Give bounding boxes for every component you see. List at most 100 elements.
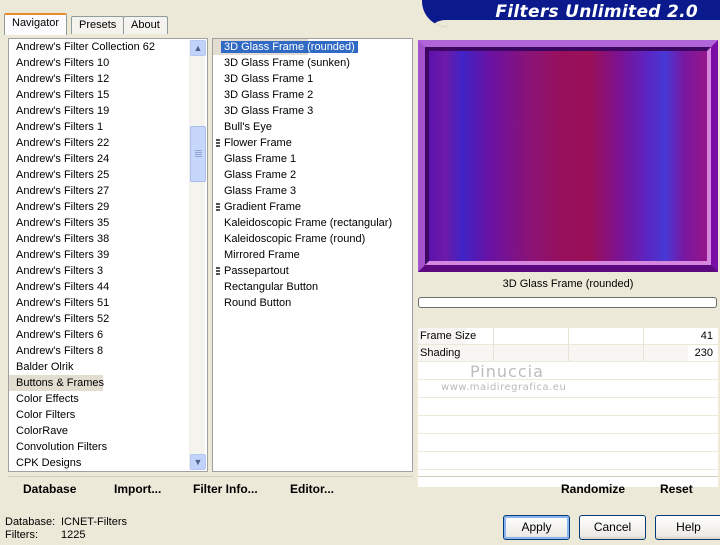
filter-label: 3D Glass Frame 3 [224, 105, 314, 117]
import-button[interactable]: Import... [114, 482, 161, 496]
filter-item[interactable]: Kaleidoscopic Frame (rectangular) [213, 215, 412, 231]
filter-item[interactable]: Mirrored Frame [213, 247, 412, 263]
filter-label: 3D Glass Frame (rounded) [221, 41, 358, 53]
filter-item[interactable]: Rectangular Button [213, 279, 412, 295]
category-item[interactable]: Andrew's Filters 1 [9, 119, 207, 135]
filter-item[interactable]: Flower Frame [213, 135, 412, 151]
slider-tick [643, 345, 644, 361]
database-label: Database: [5, 516, 56, 528]
filter-label: Glass Frame 2 [224, 169, 297, 181]
category-item[interactable]: Andrew's Filters 10 [9, 55, 207, 71]
filters-count: 1225 [61, 529, 86, 541]
filter-item[interactable]: Round Button [213, 295, 412, 311]
category-item[interactable]: Andrew's Filters 51 [9, 295, 207, 311]
category-items: Andrew's Filter Collection 62 Andrew's Fi… [9, 39, 207, 471]
filter-item[interactable]: 3D Glass Frame 3 [213, 103, 412, 119]
filter-label: 3D Glass Frame 1 [224, 73, 314, 85]
empty-param-row [418, 416, 718, 434]
parameter-panel: Frame Size 41 Shading 230 [418, 328, 718, 488]
filter-item[interactable]: 3D Glass Frame (rounded) [213, 39, 358, 55]
subfolder-marker-icon [216, 139, 220, 148]
filter-item[interactable]: Kaleidoscopic Frame (round) [213, 231, 412, 247]
filter-label: Flower Frame [224, 137, 292, 149]
preview-inner [425, 47, 711, 265]
category-item[interactable]: Andrew's Filters 24 [9, 151, 207, 167]
empty-param-row [418, 434, 718, 452]
category-item[interactable]: Andrew's Filters 12 [9, 71, 207, 87]
filter-item[interactable]: 3D Glass Frame 1 [213, 71, 412, 87]
subfolder-marker-icon [216, 203, 220, 212]
category-item[interactable]: Andrew's Filters 39 [9, 247, 207, 263]
category-item[interactable]: Color Filters [9, 407, 207, 423]
category-item[interactable]: Andrew's Filters 38 [9, 231, 207, 247]
scroll-up-button[interactable]: ▲ [190, 40, 206, 56]
param-value: 230 [694, 347, 713, 359]
slider-tick [643, 328, 644, 344]
chevron-up-icon: ▲ [193, 43, 203, 53]
tab-presets[interactable]: Presets [71, 16, 125, 34]
category-item[interactable]: Convolution Filters [9, 439, 207, 455]
category-item[interactable]: Andrew's Filters 29 [9, 199, 207, 215]
cancel-button[interactable]: Cancel [579, 515, 646, 540]
category-item[interactable]: Andrew's Filters 3 [9, 263, 207, 279]
category-item[interactable]: Andrew's Filters 6 [9, 327, 207, 343]
filter-label: Round Button [224, 297, 292, 309]
filter-item[interactable]: Glass Frame 2 [213, 167, 412, 183]
category-item[interactable]: CPK Designs [9, 455, 207, 471]
help-button[interactable]: Help [655, 515, 720, 540]
tab-navigator[interactable]: Navigator [4, 13, 68, 35]
filter-item[interactable]: Bull's Eye [213, 119, 412, 135]
scroll-down-button[interactable]: ▼ [190, 454, 206, 470]
param-name: Shading [420, 347, 461, 359]
filter-list[interactable]: 3D Glass Frame (rounded) 3D Glass Frame (… [212, 38, 413, 472]
randomize-button[interactable]: Randomize [561, 482, 625, 496]
apply-button[interactable]: Apply [503, 515, 570, 540]
filter-item[interactable]: Glass Frame 1 [213, 151, 412, 167]
filter-item[interactable]: Glass Frame 3 [213, 183, 412, 199]
subfolder-marker-icon [216, 267, 220, 276]
param-row[interactable]: Shading 230 [418, 345, 718, 362]
category-item[interactable]: Andrew's Filters 35 [9, 215, 207, 231]
category-item[interactable]: Andrew's Filters 25 [9, 167, 207, 183]
category-item[interactable]: Andrew's Filters 27 [9, 183, 207, 199]
filter-info-button[interactable]: Filter Info... [193, 482, 258, 496]
category-item[interactable]: Andrew's Filters 8 [9, 343, 207, 359]
filter-item[interactable]: 3D Glass Frame 2 [213, 87, 412, 103]
category-item[interactable]: Andrew's Filters 19 [9, 103, 207, 119]
tab-about[interactable]: About [123, 16, 168, 34]
category-item[interactable]: Andrew's Filters 22 [9, 135, 207, 151]
filter-label: Gradient Frame [224, 201, 302, 213]
param-value: 41 [700, 330, 713, 342]
category-item[interactable]: Balder Olrik [9, 359, 207, 375]
filter-item[interactable]: Gradient Frame [213, 199, 412, 215]
category-item[interactable]: Andrew's Filters 15 [9, 87, 207, 103]
slider-tick [568, 328, 569, 344]
filters-label: Filters: [5, 529, 38, 541]
left-toolbar: Database Import... Filter Info... Editor… [8, 476, 413, 500]
scroll-thumb[interactable] [190, 126, 206, 182]
category-item[interactable]: Buttons & Frames [9, 375, 104, 391]
editor-button[interactable]: Editor... [290, 482, 334, 496]
chevron-down-icon: ▼ [193, 457, 203, 467]
category-item[interactable]: Andrew's Filters 44 [9, 279, 207, 295]
filter-item[interactable]: 3D Glass Frame (sunken) [213, 55, 412, 71]
database-value: ICNET-Filters [61, 516, 127, 528]
reset-button[interactable]: Reset [660, 482, 693, 496]
category-item[interactable]: Color Effects [9, 391, 207, 407]
filter-label: Glass Frame 1 [224, 153, 297, 165]
empty-param-row [418, 452, 718, 470]
filter-label: Rectangular Button [224, 281, 319, 293]
category-item[interactable]: Andrew's Filter Collection 62 [9, 39, 207, 55]
empty-param-row [418, 398, 718, 416]
filter-label: 3D Glass Frame 2 [224, 89, 314, 101]
category-item[interactable]: ColorRave [9, 423, 207, 439]
database-button[interactable]: Database [23, 482, 76, 496]
grip-icon [195, 150, 202, 158]
category-scrollbar[interactable]: ▲ ▼ [189, 40, 206, 470]
app-title: Filters Unlimited 2.0 [495, 2, 698, 22]
empty-param-row [418, 362, 718, 380]
filter-item[interactable]: Passepartout [213, 263, 412, 279]
category-list[interactable]: Andrew's Filter Collection 62 Andrew's Fi… [8, 38, 208, 472]
param-row[interactable]: Frame Size 41 [418, 328, 718, 345]
category-item[interactable]: Andrew's Filters 52 [9, 311, 207, 327]
